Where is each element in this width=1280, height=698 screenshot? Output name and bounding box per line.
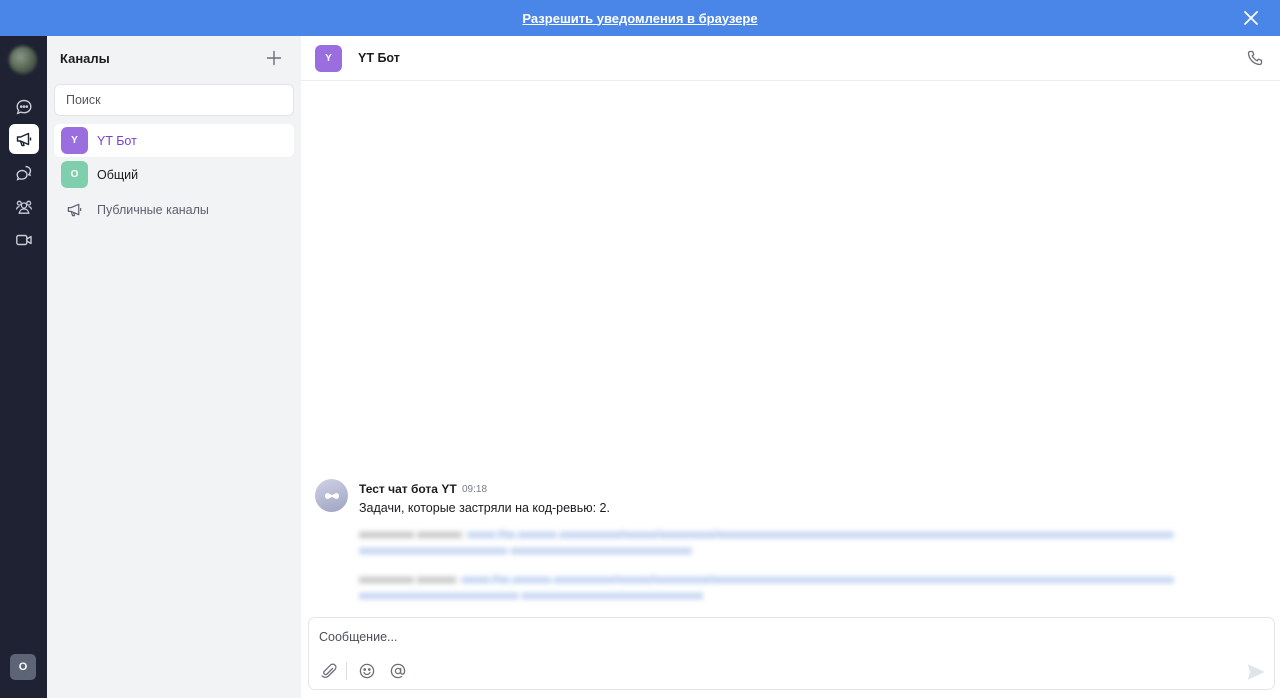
nav-chats[interactable] (9, 92, 39, 122)
megaphone-icon (61, 201, 88, 218)
bot-avatar (315, 479, 348, 512)
chat-bubble-icon (16, 99, 32, 115)
chat-panel: Y YT Бот Тест чат бота YT 09:18 Задачи, … (301, 36, 1280, 698)
toolbar-divider (346, 662, 347, 680)
blurred-link-frontend: xxxxxxxxxx xxxxxxxx: xxxxx://xx.xxxxxxx.… (359, 529, 1174, 557)
nav-rail: О (0, 36, 47, 698)
mask-icon (324, 492, 339, 499)
message-composer (308, 617, 1275, 690)
threads-icon (16, 165, 32, 181)
search-input[interactable] (54, 84, 294, 116)
channel-avatar: Y (61, 127, 88, 154)
message-author: Тест чат бота YT (359, 482, 457, 496)
sidebar-item-label: Публичные каналы (97, 202, 209, 217)
sidebar-item-yt-bot[interactable]: Y YT Бот (54, 124, 294, 157)
plus-icon[interactable] (265, 49, 283, 67)
nav-contacts[interactable] (9, 192, 39, 222)
nav-threads[interactable] (9, 158, 39, 188)
people-icon (15, 200, 33, 214)
sidebar-item-general[interactable]: О Общий (54, 158, 294, 191)
workspace-avatar[interactable] (9, 46, 37, 74)
chat-header: Y YT Бот (301, 36, 1280, 81)
mention-icon[interactable] (389, 662, 407, 680)
megaphone-icon (16, 132, 32, 147)
nav-calls[interactable] (9, 225, 39, 255)
sidebar-item-label: Общий (97, 167, 139, 182)
channels-sidebar: Каналы Y YT Бот О Общий Публичные каналы (47, 36, 301, 698)
chat-avatar: Y (315, 45, 342, 72)
message-text: Задачи, которые застряли на код-ревью: 2… (359, 501, 610, 515)
sidebar-title: Каналы (60, 51, 110, 66)
chat-title: YT Бот (358, 51, 400, 65)
sidebar-item-label: YT Бот (97, 133, 137, 148)
video-camera-icon (16, 234, 32, 246)
blurred-link-backend: xxxxxxxxxx xxxxxxx: xxxxx://xx.xxxxxxx.x… (359, 574, 1174, 602)
emoji-icon[interactable] (358, 662, 376, 680)
message-input[interactable] (319, 626, 1219, 648)
close-icon[interactable] (1242, 9, 1260, 27)
user-avatar[interactable]: О (10, 654, 36, 680)
send-icon[interactable] (1246, 662, 1266, 682)
sidebar-item-public-channels[interactable]: Публичные каналы (54, 193, 294, 226)
channel-avatar: О (61, 161, 88, 188)
notification-banner: Разрешить уведомления в браузере (0, 0, 1280, 36)
nav-channels[interactable] (9, 124, 39, 154)
allow-notifications-link[interactable]: Разрешить уведомления в браузере (522, 11, 757, 26)
message-time: 09:18 (462, 484, 488, 495)
phone-icon[interactable] (1246, 49, 1264, 67)
paperclip-icon[interactable] (320, 662, 338, 680)
